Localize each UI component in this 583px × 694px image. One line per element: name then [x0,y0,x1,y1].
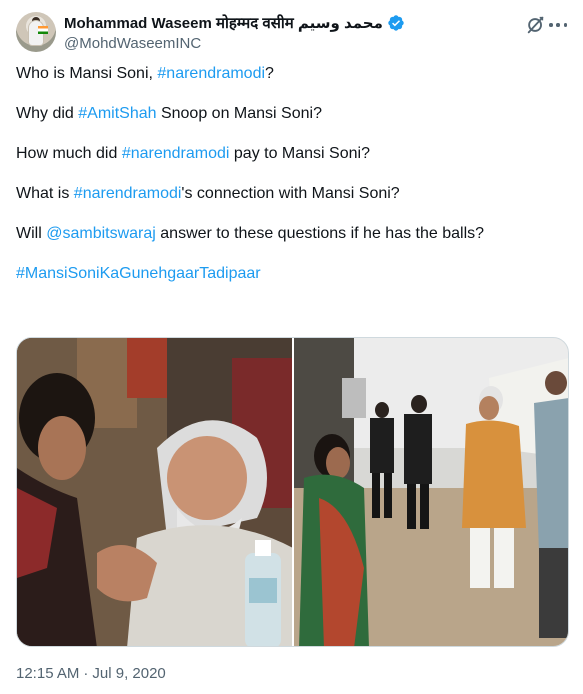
tweet-text-segment: answer to these questions if he has the … [155,225,485,242]
tweet-text: Who is Mansi Soni, #narendramodi? Why did… [16,64,567,304]
tweet-text-segment: pay to Mansi Soni? [229,145,370,162]
tweet-text-segment: How much did [16,145,122,162]
author-avatar[interactable] [16,12,56,52]
tweet-media [16,337,569,647]
timestamp-time[interactable]: 12:15 AM [16,665,79,682]
timestamp-date[interactable]: Jul 9, 2020 [92,665,165,682]
hashtag-link[interactable]: #narendramodi [122,145,230,162]
tweet-paragraph: #MansiSoniKaGunehgaarTadipaar [16,264,567,284]
verified-badge-icon [388,15,404,31]
tweet-paragraph: How much did #narendramodi pay to Mansi … [16,144,567,164]
tweet-text-segment: Snoop on Mansi Soni? [156,105,322,122]
photo-1[interactable] [17,338,292,646]
author-display-name[interactable]: Mohammad Waseem मोहम्मद वसीम محمد وسیم [64,13,383,33]
avatar-flag-icon [38,26,48,34]
tweet-text-segment: 's connection with Mansi Soni? [181,185,400,202]
tweet-paragraph: Why did #AmitShah Snoop on Mansi Soni? [16,104,567,124]
tweet-paragraph: Will @sambitswaraj answer to these quest… [16,224,567,244]
tweet-paragraph: What is #narendramodi's connection with … [16,184,567,204]
grok-icon[interactable] [525,14,547,36]
author-name-row[interactable]: Mohammad Waseem मोहम्मद वसीम محمد وسیم [64,13,405,33]
tweet-paragraph: Who is Mansi Soni, #narendramodi? [16,64,567,84]
hashtag-link[interactable]: #narendramodi [74,185,182,202]
tweet-text-segment: ? [265,65,274,82]
mention-link[interactable]: @sambitswaraj [46,225,156,242]
photo-1-image [17,338,292,646]
tweet-text-segment: Will [16,225,47,242]
tweet-text-segment: Who is Mansi Soni, [16,65,158,82]
tweet-timestamp[interactable]: 12:15 AM · Jul 9, 2020 [16,665,166,682]
more-options-icon[interactable] [549,14,567,36]
hashtag-link[interactable]: #narendramodi [157,65,265,82]
photo-2[interactable] [294,338,568,646]
timestamp-separator: · [83,665,89,682]
tweet-text-segment: What is [16,185,74,202]
photo-2-image [294,338,568,646]
tweet-text-segment: Why did [16,105,79,122]
hashtag-link[interactable]: #AmitShah [78,105,156,122]
tweet-header: Mohammad Waseem मोहम्मद वसीम محمد وسیم @… [16,12,567,56]
author-handle[interactable]: @MohdWaseemINC [64,35,201,52]
hashtag-link[interactable]: #MansiSoniKaGunehgaarTadipaar [16,265,261,282]
